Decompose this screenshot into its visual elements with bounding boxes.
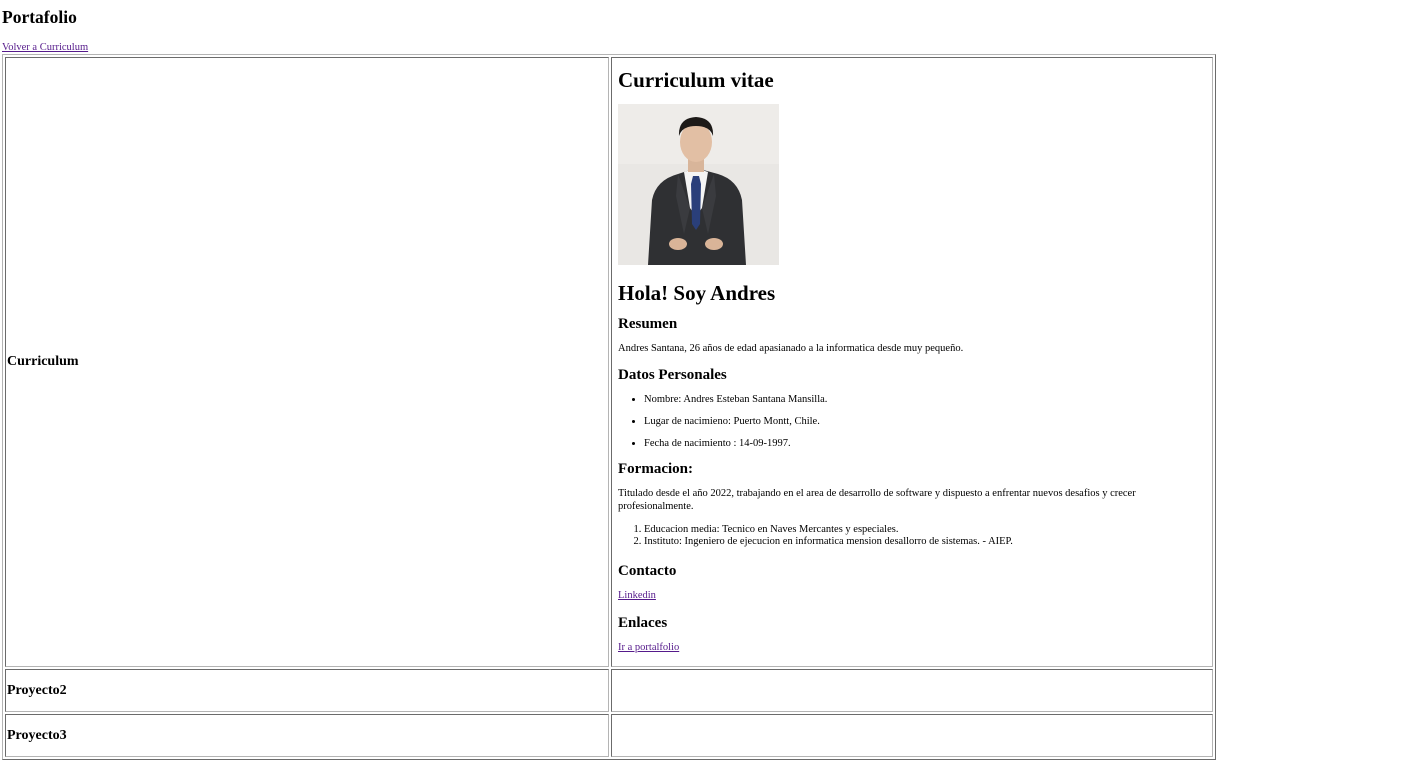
personal-data-list: Nombre: Andres Esteban Santana Mansilla.… bbox=[618, 393, 1206, 450]
list-item: Educacion media: Tecnico en Naves Mercan… bbox=[644, 524, 1206, 536]
portfolio-link[interactable]: Ir a portalfolio bbox=[618, 641, 679, 654]
links-heading: Enlaces bbox=[618, 615, 668, 631]
greeting-heading: Hola! Soy Andres bbox=[618, 281, 776, 305]
table-row: Proyecto2 bbox=[5, 669, 1213, 712]
empty-cell bbox=[611, 714, 1213, 757]
contact-heading: Contacto bbox=[618, 563, 677, 579]
cv-cell: Curriculum vitae Hola! Soy Andres Resume… bbox=[611, 57, 1213, 667]
page: Portafolio Volver a Curriculum Curriculu… bbox=[0, 0, 1422, 770]
portfolio-table: Curriculum Curriculum vitae Hola! Soy An… bbox=[2, 54, 1216, 760]
profile-photo bbox=[618, 104, 779, 265]
education-heading: Formacion: bbox=[618, 461, 693, 477]
education-list: Educacion media: Tecnico en Naves Mercan… bbox=[618, 524, 1206, 548]
row-label-curriculum: Curriculum bbox=[5, 57, 609, 667]
cv-title: Curriculum vitae bbox=[618, 68, 774, 92]
list-item: Lugar de nacimieno: Puerto Montt, Chile. bbox=[644, 415, 1206, 428]
personal-data-heading: Datos Personales bbox=[618, 367, 727, 383]
empty-cell bbox=[611, 669, 1213, 712]
page-title: Portafolio bbox=[2, 7, 77, 27]
linkedin-link[interactable]: Linkedin bbox=[618, 589, 656, 602]
list-item: Nombre: Andres Esteban Santana Mansilla. bbox=[644, 393, 1206, 406]
list-item: Fecha de nacimiento : 14-09-1997. bbox=[644, 437, 1206, 450]
education-text: Titulado desde el año 2022, trabajando e… bbox=[618, 488, 1136, 512]
table-row: Proyecto3 bbox=[5, 714, 1213, 757]
row-label-proyecto2: Proyecto2 bbox=[5, 669, 609, 712]
row-label-proyecto3: Proyecto3 bbox=[5, 714, 609, 757]
back-to-curriculum-link[interactable]: Volver a Curriculum bbox=[2, 41, 88, 54]
summary-text: Andres Santana, 26 años de edad apasiana… bbox=[618, 343, 964, 354]
list-item: Instituto: Ingeniero de ejecucion en inf… bbox=[644, 536, 1206, 548]
table-row: Curriculum Curriculum vitae Hola! Soy An… bbox=[5, 57, 1213, 667]
summary-heading: Resumen bbox=[618, 316, 678, 332]
